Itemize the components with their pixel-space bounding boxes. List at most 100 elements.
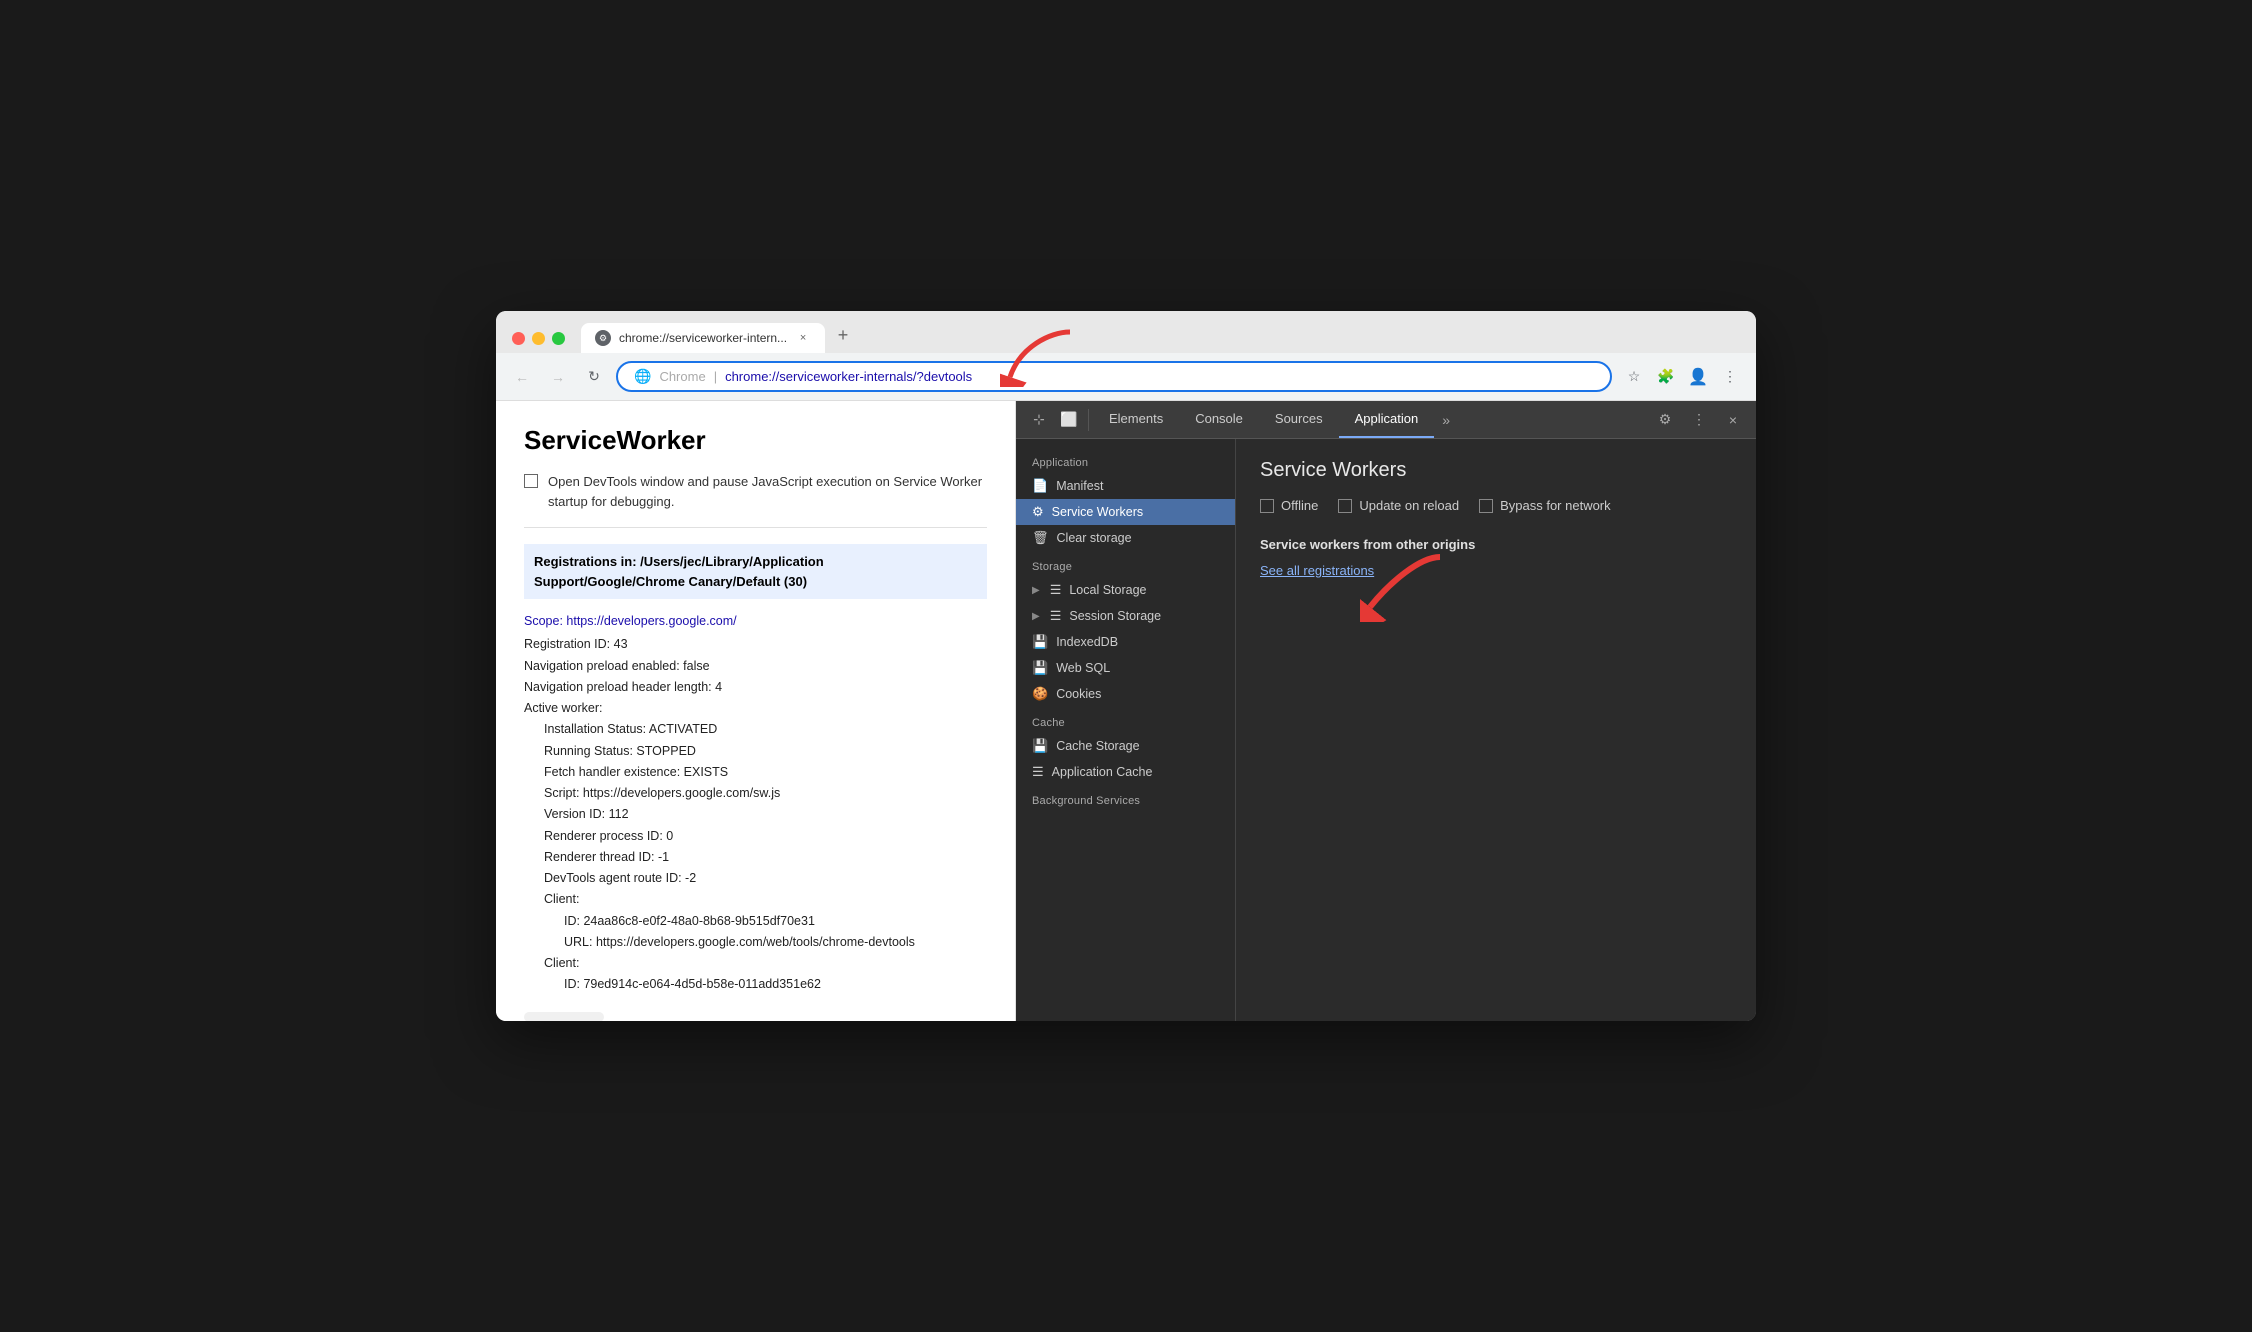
browser-tab[interactable]: ⚙ chrome://serviceworker-intern... × xyxy=(581,323,825,353)
cookies-icon: 🍪 xyxy=(1032,686,1048,702)
sidebar-label-clear-storage: Clear storage xyxy=(1057,531,1132,545)
traffic-lights xyxy=(512,332,565,353)
close-devtools-button[interactable]: × xyxy=(1718,405,1748,435)
session-storage-icon: ☰ xyxy=(1050,608,1062,624)
tab-elements[interactable]: Elements xyxy=(1093,401,1179,438)
registrations-header: Registrations in: /Users/jec/Library/App… xyxy=(524,544,987,599)
back-button[interactable]: ← xyxy=(508,363,536,391)
devtools-main-panel: Service Workers Offline Update on reload xyxy=(1236,439,1756,1021)
detail-client2: Client: xyxy=(524,953,987,974)
close-traffic-light[interactable] xyxy=(512,332,525,345)
application-cache-icon: ☰ xyxy=(1032,764,1044,780)
close-devtools-icon: × xyxy=(1729,412,1737,428)
other-origins-title: Service workers from other origins xyxy=(1260,537,1732,552)
sidebar-item-service-workers[interactable]: ⚙ Service Workers xyxy=(1016,499,1235,525)
detail-client1-url: URL: https://developers.google.com/web/t… xyxy=(524,932,987,953)
detail-renderer-process: Renderer process ID: 0 xyxy=(524,826,987,847)
sidebar-cache-header: Cache xyxy=(1016,707,1235,733)
manifest-icon: 📄 xyxy=(1032,478,1048,494)
new-tab-button[interactable]: + xyxy=(829,321,857,349)
panel-options: Offline Update on reload Bypass for netw… xyxy=(1260,498,1732,513)
sidebar-label-indexeddb: IndexedDB xyxy=(1056,635,1118,649)
extension-button[interactable]: 🧩 xyxy=(1652,363,1680,391)
tab-application[interactable]: Application xyxy=(1339,401,1435,438)
devtools-right-buttons: ⚙ ⋮ × xyxy=(1650,405,1748,435)
sw-details: Scope: https://developers.google.com/ Re… xyxy=(524,611,987,996)
menu-button[interactable]: ⋮ xyxy=(1716,363,1744,391)
horizontal-scrollbar[interactable] xyxy=(524,1012,604,1022)
offline-label: Offline xyxy=(1281,498,1318,513)
detail-nav-header-len: Navigation preload header length: 4 xyxy=(524,680,722,694)
sidebar-label-application-cache: Application Cache xyxy=(1052,765,1153,779)
sidebar-item-clear-storage[interactable]: 🗑 Clear storage xyxy=(1016,525,1235,551)
more-options-button[interactable]: ⋮ xyxy=(1684,405,1714,435)
devtools-topbar: ⊹ ⬜ Elements Console Sources xyxy=(1016,401,1756,439)
minimize-traffic-light[interactable] xyxy=(532,332,545,345)
expand-icon: ▶ xyxy=(1032,585,1040,596)
devtools-sidebar: Application 📄 Manifest ⚙ Service Workers… xyxy=(1016,439,1236,1021)
option-bypass-network: Bypass for network xyxy=(1479,498,1611,513)
sidebar-storage-header: Storage xyxy=(1016,551,1235,577)
update-on-reload-checkbox[interactable] xyxy=(1338,499,1352,513)
sidebar-item-cache-storage[interactable]: 💾 Cache Storage xyxy=(1016,733,1235,759)
detail-script: Script: https://developers.google.com/sw… xyxy=(524,783,987,804)
sidebar-label-session-storage: Session Storage xyxy=(1069,609,1161,623)
service-workers-icon: ⚙ xyxy=(1032,504,1044,520)
url-text: chrome://serviceworker-internals/?devtoo… xyxy=(725,369,972,384)
nav-actions: ☆ 🧩 👤 ⋮ xyxy=(1620,363,1744,391)
cursor-tool-button[interactable]: ⊹ xyxy=(1024,405,1054,435)
see-all-registrations-link[interactable]: See all registrations xyxy=(1260,563,1374,578)
detail-client2-id: ID: 79ed914c-e064-4d5d-b58e-011add351e62 xyxy=(524,974,987,995)
web-sql-icon: 💾 xyxy=(1032,660,1048,676)
option-offline: Offline xyxy=(1260,498,1318,513)
bypass-network-checkbox[interactable] xyxy=(1479,499,1493,513)
detail-reg-id: Registration ID: 43 xyxy=(524,637,628,651)
update-on-reload-label: Update on reload xyxy=(1359,498,1459,513)
cursor-icon: ⊹ xyxy=(1033,411,1045,428)
refresh-button[interactable]: ↻ xyxy=(580,363,608,391)
bookmark-button[interactable]: ☆ xyxy=(1620,363,1648,391)
page-title: ServiceWorker xyxy=(524,425,987,456)
forward-button[interactable]: → xyxy=(544,363,572,391)
sidebar-item-session-storage[interactable]: ▶ ☰ Session Storage xyxy=(1016,603,1235,629)
detail-client1-id: ID: 24aa86c8-e0f2-48a0-8b68-9b515df70e31 xyxy=(524,911,987,932)
sidebar-item-application-cache[interactable]: ☰ Application Cache xyxy=(1016,759,1235,785)
sidebar-item-indexeddb[interactable]: 💾 IndexedDB xyxy=(1016,629,1235,655)
settings-icon: ⚙ xyxy=(1659,411,1672,428)
tab-console[interactable]: Console xyxy=(1179,401,1259,438)
indexeddb-icon: 💾 xyxy=(1032,634,1048,650)
tab-title: chrome://serviceworker-intern... xyxy=(619,331,787,345)
nav-bar: ← → ↻ 🌐 Chrome | chrome://serviceworker-… xyxy=(496,353,1756,401)
maximize-traffic-light[interactable] xyxy=(552,332,565,345)
expand-icon: ▶ xyxy=(1032,611,1040,622)
browser-window: ⚙ chrome://serviceworker-intern... × + ←… xyxy=(496,311,1756,1021)
sidebar-item-local-storage[interactable]: ▶ ☰ Local Storage xyxy=(1016,577,1235,603)
sidebar-label-service-workers: Service Workers xyxy=(1052,505,1143,519)
cache-storage-icon: 💾 xyxy=(1032,738,1048,754)
detail-fetch-handler: Fetch handler existence: EXISTS xyxy=(524,762,987,783)
local-storage-icon: ☰ xyxy=(1050,582,1062,598)
profile-button[interactable]: 👤 xyxy=(1684,363,1712,391)
detail-active-worker: Active worker: xyxy=(524,701,603,715)
see-all-reg-container: See all registrations xyxy=(1260,562,1374,580)
tab-sources[interactable]: Sources xyxy=(1259,401,1339,438)
sidebar-item-cookies[interactable]: 🍪 Cookies xyxy=(1016,681,1235,707)
device-tool-button[interactable]: ⬜ xyxy=(1054,405,1084,435)
tab-close-button[interactable]: × xyxy=(795,330,811,346)
scope-link[interactable]: Scope: https://developers.google.com/ xyxy=(524,611,987,632)
title-bar: ⚙ chrome://serviceworker-intern... × + xyxy=(496,311,1756,353)
address-bar[interactable]: 🌐 Chrome | chrome://serviceworker-intern… xyxy=(616,361,1612,392)
offline-checkbox[interactable] xyxy=(1260,499,1274,513)
page-content: ServiceWorker Open DevTools window and p… xyxy=(496,401,1016,1021)
debug-checkbox[interactable] xyxy=(524,474,538,488)
option-update-on-reload: Update on reload xyxy=(1338,498,1459,513)
main-content: ServiceWorker Open DevTools window and p… xyxy=(496,401,1756,1021)
more-tabs-button[interactable]: » xyxy=(1434,412,1458,428)
sidebar-item-web-sql[interactable]: 💾 Web SQL xyxy=(1016,655,1235,681)
sidebar-item-manifest[interactable]: 📄 Manifest xyxy=(1016,473,1235,499)
sidebar-bg-services-header: Background Services xyxy=(1016,785,1235,811)
url-separator: | xyxy=(714,369,717,384)
debug-checkbox-row: Open DevTools window and pause JavaScrip… xyxy=(524,472,987,528)
settings-button[interactable]: ⚙ xyxy=(1650,405,1680,435)
sidebar-label-cookies: Cookies xyxy=(1056,687,1101,701)
